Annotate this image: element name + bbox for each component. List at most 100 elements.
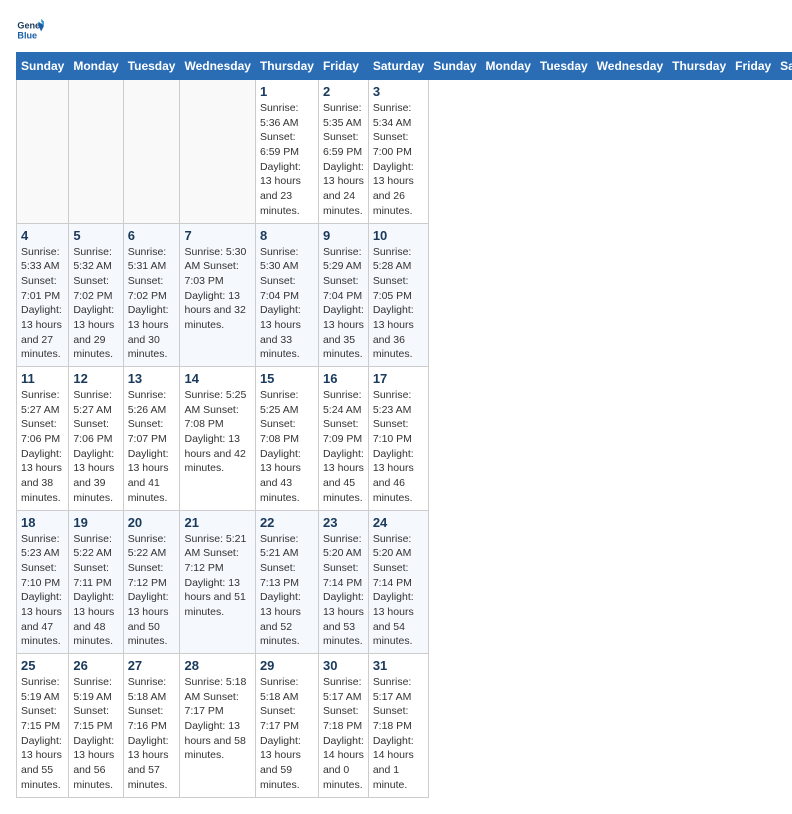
day-info: Sunrise: 5:18 AM Sunset: 7:17 PM Dayligh… xyxy=(260,675,314,793)
day-info: Sunrise: 5:25 AM Sunset: 7:08 PM Dayligh… xyxy=(260,388,314,506)
day-number: 11 xyxy=(21,371,64,386)
logo-icon: General Blue xyxy=(16,16,44,44)
day-info: Sunrise: 5:18 AM Sunset: 7:16 PM Dayligh… xyxy=(128,675,176,793)
day-cell-11: 11 Sunrise: 5:27 AM Sunset: 7:06 PM Dayli… xyxy=(17,367,69,511)
day-cell-30: 30Sunrise: 5:17 AM Sunset: 7:18 PM Dayli… xyxy=(318,654,368,798)
day-info: Sunrise: 5:23 AM Sunset: 7:10 PM Dayligh… xyxy=(21,532,64,650)
day-cell-14: 14 Sunrise: 5:25 AM Sunset: 7:08 PM Dayli… xyxy=(180,367,255,511)
day-number: 25 xyxy=(21,658,64,673)
header-friday: Friday xyxy=(318,53,368,80)
header-monday: Monday xyxy=(69,53,123,80)
day-cell-12: 12 Sunrise: 5:27 AM Sunset: 7:06 PM Dayli… xyxy=(69,367,123,511)
col-tuesday: Tuesday xyxy=(535,53,592,80)
day-number: 8 xyxy=(260,228,314,243)
day-info: Sunrise: 5:27 AM Sunset: 7:06 PM Dayligh… xyxy=(73,388,118,506)
day-info: Sunrise: 5:36 AM Sunset: 6:59 PM Dayligh… xyxy=(260,101,314,219)
day-info: Sunrise: 5:30 AM Sunset: 7:03 PM Dayligh… xyxy=(184,245,250,333)
empty-cell xyxy=(69,80,123,224)
day-info: Sunrise: 5:24 AM Sunset: 7:09 PM Dayligh… xyxy=(323,388,364,506)
week-row-2: 4 Sunrise: 5:33 AM Sunset: 7:01 PM Daylig… xyxy=(17,223,792,367)
day-number: 27 xyxy=(128,658,176,673)
day-cell-25: 25Sunrise: 5:19 AM Sunset: 7:15 PM Dayli… xyxy=(17,654,69,798)
header-wednesday: Wednesday xyxy=(180,53,255,80)
day-number: 2 xyxy=(323,84,364,99)
week-row-5: 25 Sunrise: 5:19 AM Sunset: 7:15 PM Dayli… xyxy=(17,654,792,798)
empty-cell xyxy=(180,80,255,224)
day-cell-1: 1Sunrise: 5:36 AM Sunset: 6:59 PM Daylig… xyxy=(255,80,318,224)
day-number: 22 xyxy=(260,515,314,530)
day-info: Sunrise: 5:18 AM Sunset: 7:17 PM Dayligh… xyxy=(184,675,250,763)
calendar-table: SundayMondayTuesdayWednesdayThursdayFrid… xyxy=(16,52,792,798)
day-number: 16 xyxy=(323,371,364,386)
day-info: Sunrise: 5:21 AM Sunset: 7:12 PM Dayligh… xyxy=(184,532,250,620)
day-number: 18 xyxy=(21,515,64,530)
day-info: Sunrise: 5:25 AM Sunset: 7:08 PM Dayligh… xyxy=(184,388,250,476)
header-saturday: Saturday xyxy=(368,53,428,80)
week-row-4: 18 Sunrise: 5:23 AM Sunset: 7:10 PM Dayli… xyxy=(17,510,792,654)
day-cell-10: 10Sunrise: 5:28 AM Sunset: 7:05 PM Dayli… xyxy=(368,223,428,367)
empty-cell xyxy=(123,80,180,224)
day-cell-15: 15 Sunrise: 5:25 AM Sunset: 7:08 PM Dayli… xyxy=(255,367,318,511)
day-cell-7: 7Sunrise: 5:30 AM Sunset: 7:03 PM Daylig… xyxy=(180,223,255,367)
day-info: Sunrise: 5:17 AM Sunset: 7:18 PM Dayligh… xyxy=(323,675,364,793)
day-info: Sunrise: 5:17 AM Sunset: 7:18 PM Dayligh… xyxy=(373,675,424,793)
day-number: 19 xyxy=(73,515,118,530)
col-saturday: Saturday xyxy=(776,53,792,80)
col-wednesday: Wednesday xyxy=(592,53,667,80)
day-info: Sunrise: 5:23 AM Sunset: 7:10 PM Dayligh… xyxy=(373,388,424,506)
day-cell-28: 28Sunrise: 5:18 AM Sunset: 7:17 PM Dayli… xyxy=(180,654,255,798)
day-info: Sunrise: 5:33 AM Sunset: 7:01 PM Dayligh… xyxy=(21,245,64,363)
day-number: 31 xyxy=(373,658,424,673)
day-cell-20: 20 Sunrise: 5:22 AM Sunset: 7:12 PM Dayli… xyxy=(123,510,180,654)
header-thursday: Thursday xyxy=(255,53,318,80)
day-cell-6: 6Sunrise: 5:31 AM Sunset: 7:02 PM Daylig… xyxy=(123,223,180,367)
day-number: 24 xyxy=(373,515,424,530)
day-cell-29: 29 Sunrise: 5:18 AM Sunset: 7:17 PM Dayli… xyxy=(255,654,318,798)
day-number: 15 xyxy=(260,371,314,386)
day-info: Sunrise: 5:26 AM Sunset: 7:07 PM Dayligh… xyxy=(128,388,176,506)
day-cell-2: 2 Sunrise: 5:35 AM Sunset: 6:59 PM Daylig… xyxy=(318,80,368,224)
page-header: General Blue xyxy=(16,16,776,44)
day-info: Sunrise: 5:29 AM Sunset: 7:04 PM Dayligh… xyxy=(323,245,364,363)
day-info: Sunrise: 5:35 AM Sunset: 6:59 PM Dayligh… xyxy=(323,101,364,219)
header-sunday: Sunday xyxy=(17,53,69,80)
day-cell-13: 13Sunrise: 5:26 AM Sunset: 7:07 PM Dayli… xyxy=(123,367,180,511)
day-number: 21 xyxy=(184,515,250,530)
day-number: 3 xyxy=(373,84,424,99)
day-cell-3: 3 Sunrise: 5:34 AM Sunset: 7:00 PM Daylig… xyxy=(368,80,428,224)
day-number: 14 xyxy=(184,371,250,386)
day-cell-24: 24Sunrise: 5:20 AM Sunset: 7:14 PM Dayli… xyxy=(368,510,428,654)
week-row-1: 1Sunrise: 5:36 AM Sunset: 6:59 PM Daylig… xyxy=(17,80,792,224)
day-cell-8: 8 Sunrise: 5:30 AM Sunset: 7:04 PM Daylig… xyxy=(255,223,318,367)
day-number: 20 xyxy=(128,515,176,530)
day-number: 12 xyxy=(73,371,118,386)
day-number: 29 xyxy=(260,658,314,673)
svg-text:Blue: Blue xyxy=(17,30,37,40)
col-thursday: Thursday xyxy=(668,53,731,80)
day-info: Sunrise: 5:31 AM Sunset: 7:02 PM Dayligh… xyxy=(128,245,176,363)
day-cell-23: 23Sunrise: 5:20 AM Sunset: 7:14 PM Dayli… xyxy=(318,510,368,654)
day-cell-17: 17 Sunrise: 5:23 AM Sunset: 7:10 PM Dayli… xyxy=(368,367,428,511)
week-row-3: 11 Sunrise: 5:27 AM Sunset: 7:06 PM Dayli… xyxy=(17,367,792,511)
day-info: Sunrise: 5:22 AM Sunset: 7:12 PM Dayligh… xyxy=(128,532,176,650)
day-info: Sunrise: 5:32 AM Sunset: 7:02 PM Dayligh… xyxy=(73,245,118,363)
day-info: Sunrise: 5:27 AM Sunset: 7:06 PM Dayligh… xyxy=(21,388,64,506)
day-info: Sunrise: 5:30 AM Sunset: 7:04 PM Dayligh… xyxy=(260,245,314,363)
col-sunday: Sunday xyxy=(429,53,481,80)
day-cell-19: 19 Sunrise: 5:22 AM Sunset: 7:11 PM Dayli… xyxy=(69,510,123,654)
day-info: Sunrise: 5:34 AM Sunset: 7:00 PM Dayligh… xyxy=(373,101,424,219)
day-cell-26: 26 Sunrise: 5:19 AM Sunset: 7:15 PM Dayli… xyxy=(69,654,123,798)
day-info: Sunrise: 5:19 AM Sunset: 7:15 PM Dayligh… xyxy=(73,675,118,793)
day-info: Sunrise: 5:21 AM Sunset: 7:13 PM Dayligh… xyxy=(260,532,314,650)
day-cell-9: 9Sunrise: 5:29 AM Sunset: 7:04 PM Daylig… xyxy=(318,223,368,367)
day-number: 23 xyxy=(323,515,364,530)
day-cell-21: 21 Sunrise: 5:21 AM Sunset: 7:12 PM Dayli… xyxy=(180,510,255,654)
day-number: 26 xyxy=(73,658,118,673)
day-cell-22: 22 Sunrise: 5:21 AM Sunset: 7:13 PM Dayli… xyxy=(255,510,318,654)
day-number: 17 xyxy=(373,371,424,386)
header-tuesday: Tuesday xyxy=(123,53,180,80)
calendar-header-row: SundayMondayTuesdayWednesdayThursdayFrid… xyxy=(17,53,792,80)
day-number: 4 xyxy=(21,228,64,243)
day-info: Sunrise: 5:22 AM Sunset: 7:11 PM Dayligh… xyxy=(73,532,118,650)
col-friday: Friday xyxy=(731,53,776,80)
